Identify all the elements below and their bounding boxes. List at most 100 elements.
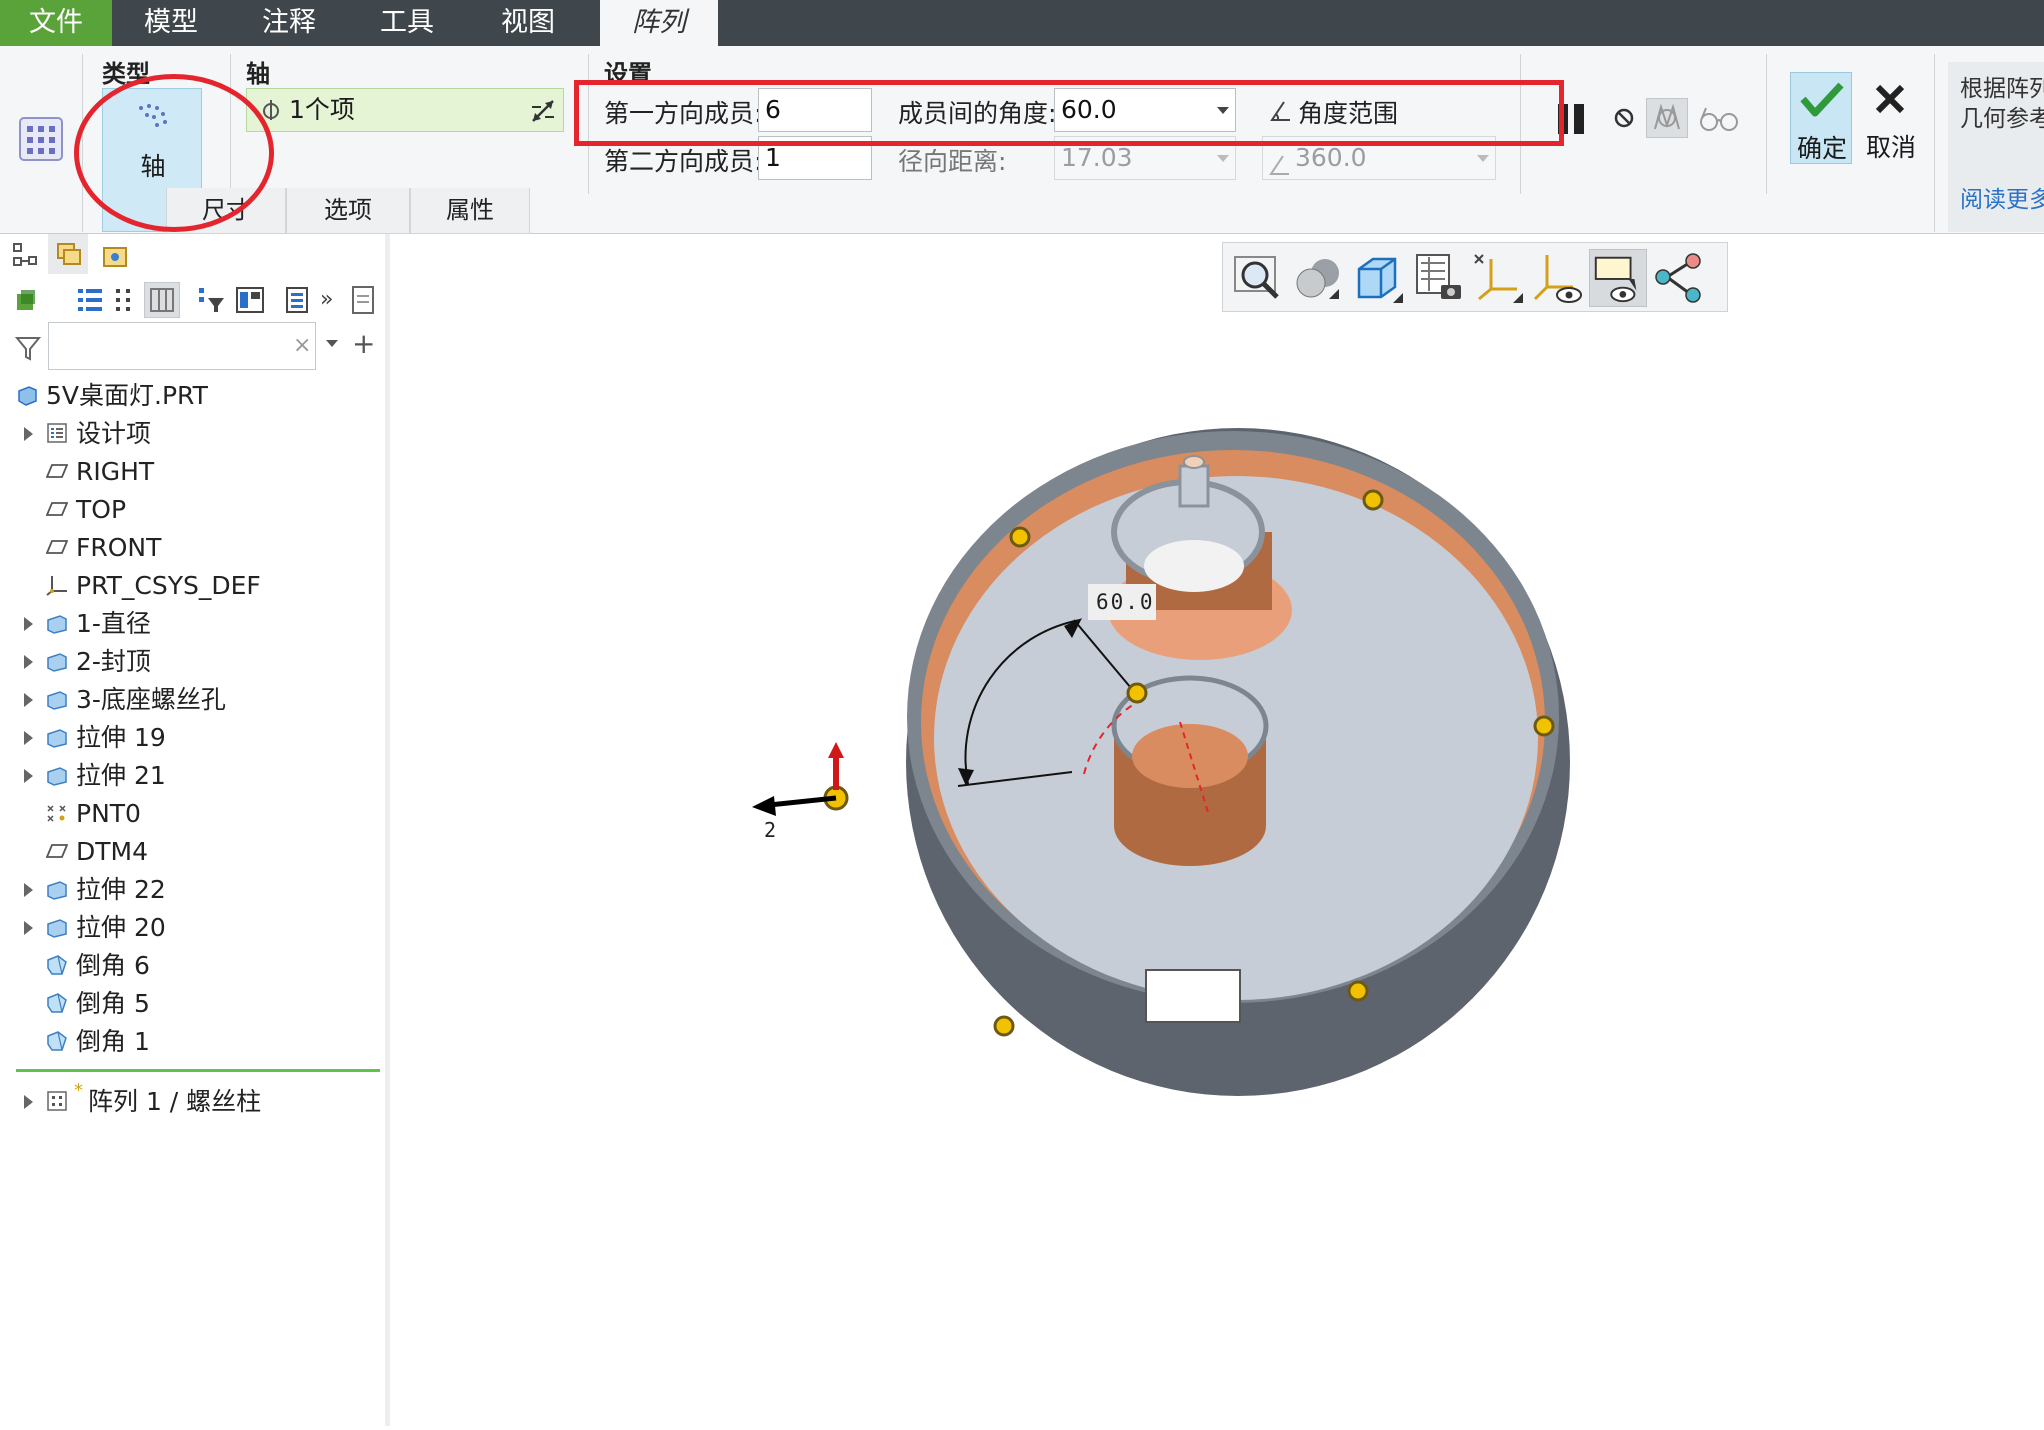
tree-expand-icon[interactable] xyxy=(284,284,310,316)
chevron-down-icon[interactable] xyxy=(326,340,338,347)
no-preview-icon[interactable] xyxy=(1612,106,1636,130)
model-tree-tab-icon[interactable] xyxy=(12,242,38,268)
menu-model[interactable]: 模型 xyxy=(112,0,230,46)
tree-item-label: PNT0 xyxy=(76,799,141,828)
expand-icon[interactable] xyxy=(24,617,33,631)
tree-filter-icon[interactable] xyxy=(196,284,228,316)
display-style-icon[interactable] xyxy=(1289,249,1347,307)
tree-list-icon[interactable] xyxy=(74,284,106,316)
tree-item-dtm4[interactable]: DTM4 xyxy=(0,834,385,870)
second-members-label: 第二方向成员: xyxy=(604,147,763,176)
menu-pattern-tab[interactable]: 阵列 xyxy=(600,0,718,46)
tree-item-chamfer-6[interactable]: 倒角 6 xyxy=(0,948,385,984)
menu-bar: 文件 模型 注释 工具 视图 阵列 xyxy=(0,0,2044,46)
check-icon xyxy=(1799,79,1845,119)
tree-item-csys[interactable]: PRT_CSYS_DEF xyxy=(0,568,385,604)
help-line-2: 几何参考 xyxy=(1960,106,2044,132)
tree-item-extrude-21[interactable]: 拉伸 21 xyxy=(0,758,385,794)
flip-direction-icon[interactable] xyxy=(529,97,557,125)
cancel-button[interactable]: 取消 xyxy=(1856,72,1926,164)
tree-item-chamfer-5[interactable]: 倒角 5 xyxy=(0,986,385,1022)
highlight-box xyxy=(574,80,1564,146)
expand-icon[interactable] xyxy=(24,731,33,745)
axis-group-title: 轴 xyxy=(246,60,270,88)
tree-item-extrude-19[interactable]: 拉伸 19 xyxy=(0,720,385,756)
csys-display-icon[interactable] xyxy=(1529,249,1587,307)
tab-properties[interactable]: 属性 xyxy=(410,188,530,234)
pattern-grid-icon xyxy=(18,116,64,162)
angle-range-icon xyxy=(1269,147,1291,175)
graphics-viewport[interactable]: 60.0 2 xyxy=(390,234,2044,1426)
expand-icon[interactable] xyxy=(24,921,33,935)
tree-item-label: DTM4 xyxy=(76,837,148,866)
glasses-icon[interactable] xyxy=(1698,104,1740,134)
tree-item-front[interactable]: FRONT xyxy=(0,530,385,566)
tree-item-diameter[interactable]: 1-直径 xyxy=(0,606,385,642)
add-filter-icon[interactable]: + xyxy=(352,328,375,360)
tree-item-pattern-1[interactable]: * 阵列 1 / 螺丝柱 xyxy=(0,1080,385,1120)
menu-tools[interactable]: 工具 xyxy=(348,0,466,46)
pattern-preview-point[interactable] xyxy=(1126,682,1148,704)
insert-here-indicator[interactable] xyxy=(16,1069,380,1072)
extrude-icon xyxy=(46,878,68,900)
menu-annotate[interactable]: 注释 xyxy=(230,0,348,46)
expand-icon[interactable] xyxy=(24,693,33,707)
tree-item-label: 倒角 6 xyxy=(76,951,150,980)
expand-icon[interactable] xyxy=(24,769,33,783)
post-slot xyxy=(1178,464,1210,508)
read-more-link[interactable]: 阅读更多 xyxy=(1960,180,2044,214)
chamfer-icon xyxy=(46,992,68,1014)
annotation-display-icon[interactable] xyxy=(1589,249,1647,307)
tree-item-label: 倒角 1 xyxy=(76,1027,150,1056)
more-tools-icon[interactable]: » xyxy=(320,286,342,314)
tree-search-input[interactable]: × xyxy=(48,322,316,370)
part-icon xyxy=(16,384,38,406)
radial-distance-label: 径向距离: xyxy=(898,147,1007,176)
extrude-icon xyxy=(46,612,68,634)
tab-options[interactable]: 选项 xyxy=(286,188,410,234)
radial-distance-value: 17.03 xyxy=(1061,143,1133,172)
tree-settings-icon[interactable] xyxy=(14,288,38,312)
view-manager-icon[interactable] xyxy=(1409,249,1467,307)
model-view[interactable] xyxy=(390,234,2044,1426)
layers-tab-icon[interactable] xyxy=(48,234,88,274)
tree-item-base-holes[interactable]: 3-底座螺丝孔 xyxy=(0,682,385,718)
expand-icon[interactable] xyxy=(24,655,33,669)
tree-item-top[interactable]: TOP xyxy=(0,492,385,528)
front-slot xyxy=(1145,969,1241,1023)
drag-handle-head xyxy=(828,742,844,758)
tree-show-icon[interactable] xyxy=(234,284,266,316)
tree-item-root[interactable]: 5V桌面灯.PRT xyxy=(0,378,385,414)
tree-item-cap[interactable]: 2-封顶 xyxy=(0,644,385,680)
datum-plane-icon xyxy=(45,498,69,520)
tree-item-chamfer-1[interactable]: 倒角 1 xyxy=(0,1024,385,1060)
saved-views-icon[interactable] xyxy=(1349,249,1407,307)
axis-collector[interactable]: 1个项 xyxy=(246,88,564,132)
large-post-hole xyxy=(1144,540,1244,592)
tree-notes-icon[interactable] xyxy=(350,284,378,316)
verify-preview-icon[interactable] xyxy=(1646,98,1688,138)
extrude-icon xyxy=(46,764,68,786)
tree-item-label: 倒角 5 xyxy=(76,989,150,1018)
clear-icon[interactable]: × xyxy=(293,333,311,358)
chevron-down-icon xyxy=(1477,155,1489,162)
tree-item-pnt0[interactable]: PNT0 xyxy=(0,796,385,832)
expand-icon[interactable] xyxy=(24,1095,33,1109)
tree-columns-icon[interactable] xyxy=(112,284,138,316)
spin-center-icon[interactable] xyxy=(1649,249,1707,307)
csys-icon xyxy=(46,574,68,596)
tree-table-icon[interactable] xyxy=(144,282,180,318)
expand-icon[interactable] xyxy=(24,883,33,897)
ok-button[interactable]: 确定 xyxy=(1790,72,1852,164)
tree-item-extrude-20[interactable]: 拉伸 20 xyxy=(0,910,385,946)
menu-file[interactable]: 文件 xyxy=(0,0,112,46)
favorites-tab-icon[interactable] xyxy=(100,240,130,270)
refit-icon[interactable] xyxy=(1229,249,1287,307)
tree-item-design-items[interactable]: 设计项 xyxy=(0,416,385,452)
angle-dimension-value[interactable]: 60.0 xyxy=(1096,590,1155,614)
expand-icon[interactable] xyxy=(24,427,33,441)
tree-item-extrude-22[interactable]: 拉伸 22 xyxy=(0,872,385,908)
tree-item-right[interactable]: RIGHT xyxy=(0,454,385,490)
menu-view[interactable]: 视图 xyxy=(466,0,590,46)
datum-display-icon[interactable] xyxy=(1469,249,1527,307)
